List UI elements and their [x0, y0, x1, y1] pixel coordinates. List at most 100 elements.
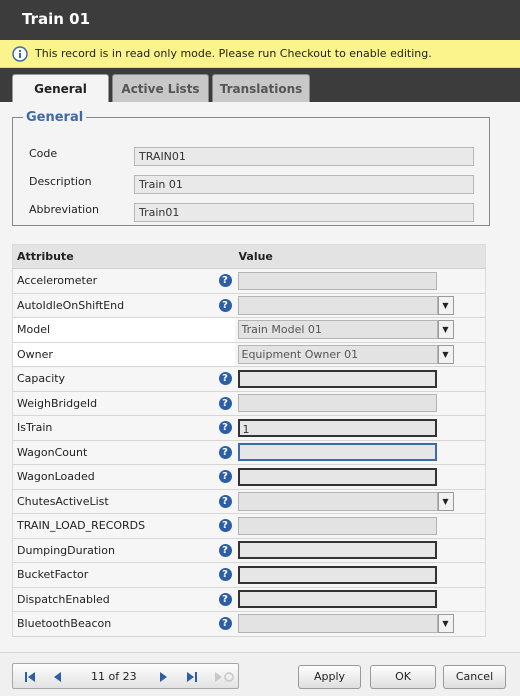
attribute-name: WagonLoaded [17, 470, 95, 484]
chevron-down-icon[interactable]: ▼ [437, 295, 454, 315]
table-row: BucketFactor? [12, 562, 486, 588]
help-icon[interactable]: ? [218, 543, 232, 557]
footer: 11 of 23 Apply OK Cancel [0, 652, 520, 696]
attribute-name: BucketFactor [17, 568, 89, 582]
help-icon[interactable]: ? [218, 617, 232, 630]
dropdown-value[interactable]: Train Model 01 [237, 320, 438, 340]
table-row: Model Train Model 01 ▼ [12, 317, 486, 343]
chutesactivelist-dropdown[interactable]: ▼ [237, 491, 454, 511]
wagonloaded-value[interactable] [237, 467, 437, 486]
dispatchenabled-value[interactable] [237, 590, 437, 609]
tab-content: General Code TRAIN01 Description Train 0… [0, 102, 520, 696]
general-legend: General [26, 110, 84, 125]
info-icon [12, 46, 28, 62]
chevron-down-icon[interactable]: ▼ [437, 491, 454, 511]
train-load-records-value[interactable] [237, 516, 437, 535]
istrain-value[interactable]: 1 [237, 418, 437, 437]
help-icon[interactable]: ? [218, 494, 232, 508]
table-row: WagonCount? [12, 440, 486, 465]
model-dropdown[interactable]: Train Model 01 ▼ [237, 320, 454, 340]
table-row: WagonLoaded? [12, 464, 486, 490]
attribute-name: DumpingDuration [17, 543, 115, 557]
notice-message: This record is in read only mode. Please… [35, 47, 432, 60]
previous-record-icon[interactable] [51, 670, 65, 684]
help-icon[interactable]: ? [218, 445, 232, 459]
attribute-name: Capacity [17, 372, 66, 386]
record-count: 11 of 23 [91, 670, 137, 683]
chevron-down-icon[interactable]: ▼ [437, 614, 454, 634]
attribute-name: BluetoothBeacon [17, 617, 112, 631]
table-row: DispatchEnabled? [12, 587, 486, 612]
abbreviation-label: Abbreviation [29, 203, 99, 216]
attribute-table: Attribute Value Accelerometer? AutoIdleO… [12, 244, 486, 637]
chevron-down-icon[interactable]: ▼ [437, 320, 454, 340]
capacity-value[interactable] [237, 369, 437, 388]
attribute-column-header: Attribute [12, 244, 235, 269]
first-record-icon[interactable] [23, 670, 37, 684]
tab-general[interactable]: General [12, 74, 109, 102]
next-record-icon[interactable] [156, 670, 170, 684]
help-icon[interactable]: ? [218, 274, 232, 287]
table-row: BluetoothBeacon? ▼ [12, 611, 486, 637]
table-row: WeighBridgeId? [12, 391, 486, 416]
help-icon[interactable]: ? [218, 568, 232, 581]
description-field[interactable]: Train 01 [134, 175, 474, 194]
general-group: General Code TRAIN01 Description Train 0… [12, 110, 490, 226]
attribute-name: Owner [17, 347, 53, 361]
attribute-name: IsTrain [17, 421, 53, 435]
wagoncount-value[interactable] [237, 443, 437, 462]
tab-active-lists[interactable]: Active Lists [112, 74, 209, 102]
abbreviation-field[interactable]: Train01 [134, 203, 474, 222]
table-row: ChutesActiveList? ▼ [12, 489, 486, 514]
tab-bar: General Active Lists Translations [0, 68, 520, 102]
table-row: Owner Equipment Owner 01 ▼ [12, 342, 486, 367]
owner-dropdown[interactable]: Equipment Owner 01 ▼ [237, 344, 454, 364]
table-row: Capacity? [12, 366, 486, 392]
help-icon[interactable]: ? [218, 396, 232, 410]
record-navigator: 11 of 23 [12, 663, 239, 689]
read-only-notice: This record is in read only mode. Please… [0, 40, 520, 68]
weighbridgeid-value[interactable] [237, 394, 437, 413]
code-label: Code [29, 147, 58, 160]
help-icon[interactable]: ? [218, 298, 232, 312]
help-icon[interactable]: ? [218, 372, 232, 385]
attribute-name: ChutesActiveList [17, 494, 109, 508]
tab-translations[interactable]: Translations [212, 74, 310, 102]
dumpingduration-value[interactable] [237, 541, 437, 560]
apply-button[interactable]: Apply [298, 665, 361, 689]
table-row: DumpingDuration? [12, 538, 486, 563]
description-label: Description [29, 175, 92, 188]
table-row: TRAIN_LOAD_RECORDS? [12, 513, 486, 539]
dropdown-value[interactable] [237, 614, 438, 634]
value-column-header: Value [234, 244, 486, 269]
title-bar: Train 01 [0, 0, 520, 40]
table-row: AutoIdleOnShiftEnd? ▼ [12, 293, 486, 318]
help-icon[interactable]: ? [218, 421, 232, 434]
attribute-name: TRAIN_LOAD_RECORDS [17, 519, 146, 533]
dropdown-value[interactable] [237, 295, 438, 315]
accelerometer-value[interactable] [237, 271, 437, 290]
cancel-button[interactable]: Cancel [443, 665, 506, 689]
table-header: Attribute Value [12, 244, 486, 269]
attribute-name: Accelerometer [17, 274, 98, 288]
help-icon[interactable]: ? [218, 519, 232, 532]
dropdown-value[interactable]: Equipment Owner 01 [237, 344, 438, 364]
code-field[interactable]: TRAIN01 [134, 147, 474, 166]
bucketfactor-value[interactable] [237, 565, 437, 584]
new-record-icon [215, 672, 234, 682]
bluetoothbeacon-dropdown[interactable]: ▼ [237, 614, 454, 634]
window-title: Train 01 [22, 10, 91, 28]
attribute-name: AutoIdleOnShiftEnd [17, 298, 125, 312]
ok-button[interactable]: OK [370, 665, 436, 689]
attribute-name: DispatchEnabled [17, 592, 110, 606]
attribute-name: WeighBridgeId [17, 396, 98, 410]
chevron-down-icon[interactable]: ▼ [437, 344, 454, 364]
help-icon[interactable]: ? [218, 592, 232, 606]
attribute-name: Model [17, 323, 51, 337]
last-record-icon[interactable] [185, 670, 199, 684]
autoidle-dropdown[interactable]: ▼ [237, 295, 454, 315]
attribute-name: WagonCount [17, 445, 88, 459]
table-row: IsTrain? 1 [12, 415, 486, 441]
help-icon[interactable]: ? [218, 470, 232, 483]
dropdown-value[interactable] [237, 491, 438, 511]
